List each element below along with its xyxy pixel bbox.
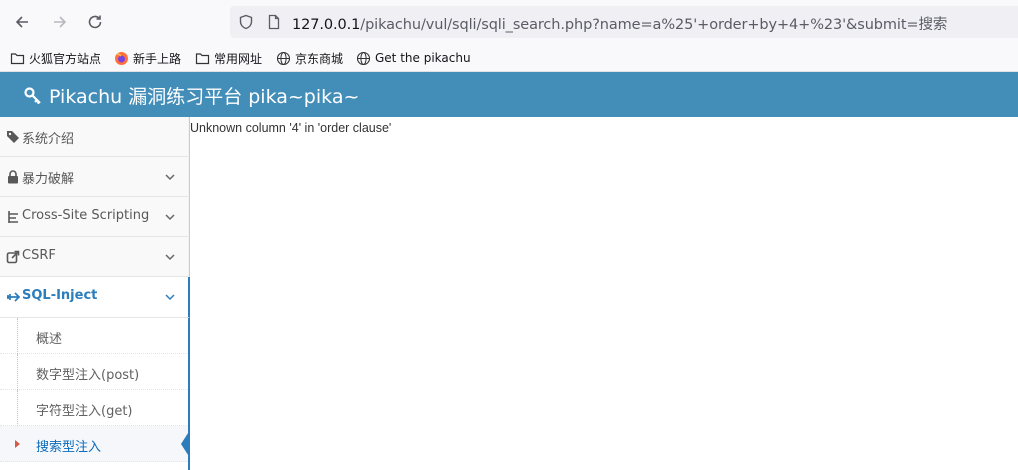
bookmark-label: Get the pikachu xyxy=(375,51,471,65)
page-icon[interactable] xyxy=(266,14,282,30)
submenu-item-label: 搜索型注入 xyxy=(36,440,102,455)
main-content: Unknown column '4' in 'order clause' xyxy=(190,117,1018,470)
list-icon xyxy=(5,209,20,224)
share-icon xyxy=(5,249,20,264)
sidebar-item-intro[interactable]: 系统介绍 xyxy=(0,117,188,157)
submenu-item-string-get[interactable]: 字符型注入(get) xyxy=(0,390,188,426)
arrow-right-icon xyxy=(54,16,67,28)
browser-toolbar: 127.0.0.1/pikachu/vul/sqli/sqli_search.p… xyxy=(0,0,1018,44)
bookmark-firefox-official[interactable]: 火狐官方站点 xyxy=(10,49,101,67)
forward-button[interactable] xyxy=(46,8,74,36)
submenu-item-label: 数字型注入(post) xyxy=(36,368,140,383)
submenu-item-label: 字符型注入(get) xyxy=(36,404,133,419)
url-path: /pikachu/vul/sqli/sqli_search.php?name=a… xyxy=(360,17,948,33)
key-icon xyxy=(24,86,41,104)
url-host: 127.0.0.1 xyxy=(292,17,361,33)
reload-icon xyxy=(88,15,102,29)
sidebar-item-label: SQL-Inject xyxy=(22,288,98,303)
chevron-down-icon xyxy=(165,294,175,301)
submenu-item-overview[interactable]: 概述 xyxy=(0,318,188,354)
caret-right-icon xyxy=(15,440,20,448)
globe-icon xyxy=(356,51,371,65)
globe-icon xyxy=(276,51,291,65)
plane-icon xyxy=(5,289,20,304)
chevron-down-icon xyxy=(165,214,175,221)
bookmark-label: 新手上路 xyxy=(133,51,182,66)
tree-line xyxy=(17,318,18,354)
chevron-down-icon xyxy=(165,254,175,261)
sql-inject-submenu: 概述 数字型注入(post) 字符型注入(get) 搜索型注入 xyxy=(0,318,190,470)
chevron-down-icon xyxy=(165,174,175,181)
bookmark-getting-started[interactable]: 新手上路 xyxy=(114,49,181,67)
active-indicator xyxy=(181,430,190,458)
bookmarks-bar: 火狐官方站点 新手上路 常用网址 京东商城 Get the pikachu xyxy=(0,44,1018,72)
tree-line xyxy=(17,354,18,390)
bookmark-label: 火狐官方站点 xyxy=(29,51,102,66)
sidebar-item-sql-inject[interactable]: SQL-Inject xyxy=(0,277,190,318)
tree-line xyxy=(17,390,18,426)
sidebar-item-xss[interactable]: Cross-Site Scripting xyxy=(0,197,188,237)
folder-icon xyxy=(195,52,210,64)
sidebar-item-label: 暴力破解 xyxy=(22,172,75,187)
sidebar-item-brute-force[interactable]: 暴力破解 xyxy=(0,157,188,197)
tags-icon xyxy=(5,129,20,144)
bookmark-label: 京东商城 xyxy=(295,51,344,66)
submenu-item-label: 概述 xyxy=(36,332,63,347)
bookmark-label: 常用网址 xyxy=(214,51,263,66)
firefox-icon xyxy=(115,51,128,65)
bookmark-get-pikachu[interactable]: Get the pikachu xyxy=(356,49,471,67)
submenu-item-search[interactable]: 搜索型注入 xyxy=(0,426,190,462)
arrow-left-icon xyxy=(15,16,28,28)
sql-error-message: Unknown column '4' in 'order clause' xyxy=(190,121,392,135)
url-text[interactable]: 127.0.0.1/pikachu/vul/sqli/sqli_search.p… xyxy=(292,13,947,34)
submenu-item-numeric-post[interactable]: 数字型注入(post) xyxy=(0,354,188,390)
reload-button[interactable] xyxy=(81,8,109,36)
back-button[interactable] xyxy=(8,8,36,36)
site-title[interactable]: Pikachu 漏洞练习平台 pika~pika~ xyxy=(24,82,359,109)
sidebar-item-label: CSRF xyxy=(22,248,56,263)
sidebar-item-csrf[interactable]: CSRF xyxy=(0,237,188,277)
shield-icon[interactable] xyxy=(238,14,254,30)
sidebar-item-label: 系统介绍 xyxy=(22,132,75,147)
bookmark-jd[interactable]: 京东商城 xyxy=(276,49,343,67)
sidebar-item-label: Cross-Site Scripting xyxy=(22,208,150,223)
lock-icon xyxy=(5,169,20,184)
site-title-text: Pikachu 漏洞练习平台 pika~pika~ xyxy=(49,86,360,108)
folder-icon xyxy=(10,52,25,64)
sidebar: 系统介绍 暴力破解 Cross-Site Scripting CSRF SQL-… xyxy=(0,117,190,470)
site-header: Pikachu 漏洞练习平台 pika~pika~ xyxy=(0,72,1018,117)
bookmark-common-sites[interactable]: 常用网址 xyxy=(195,49,262,67)
address-bar[interactable]: 127.0.0.1/pikachu/vul/sqli/sqli_search.p… xyxy=(230,6,1018,38)
